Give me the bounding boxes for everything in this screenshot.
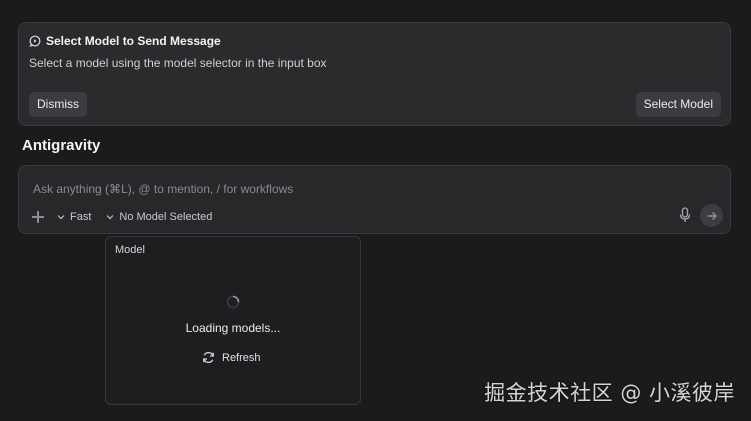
chat-bubble-icon	[29, 35, 41, 47]
message-input[interactable]	[33, 181, 673, 197]
model-label: No Model Selected	[119, 211, 213, 223]
model-selector-panel: Model Loading models... Refresh	[105, 236, 361, 405]
panel-label: Model	[115, 244, 145, 256]
notice-title: Select Model to Send Message	[46, 34, 221, 48]
dismiss-button[interactable]: Dismiss	[29, 92, 87, 117]
refresh-label: Refresh	[222, 351, 261, 364]
send-button[interactable]	[700, 204, 723, 227]
plus-icon[interactable]	[31, 210, 45, 224]
page-title: Antigravity	[22, 137, 101, 154]
arrow-right-icon	[707, 211, 717, 220]
composer-toolbar: Fast No Model Selected	[31, 208, 227, 226]
notice-description: Select a model using the model selector …	[29, 56, 327, 70]
chevron-down-icon	[57, 215, 65, 220]
mode-dropdown[interactable]: Fast	[57, 211, 91, 223]
notice-header: Select Model to Send Message	[29, 34, 221, 48]
message-composer: Fast No Model Selected	[18, 165, 731, 234]
select-model-notice: Select Model to Send Message Select a mo…	[18, 22, 731, 126]
loading-text: Loading models...	[185, 321, 281, 335]
select-model-button[interactable]: Select Model	[635, 92, 721, 117]
watermark: 掘金技术社区 @ 小溪彼岸	[484, 381, 735, 405]
refresh-button[interactable]: Refresh	[202, 351, 261, 364]
refresh-icon	[203, 351, 214, 364]
model-dropdown[interactable]: No Model Selected	[106, 211, 212, 223]
spinner-icon	[226, 295, 240, 309]
mode-label: Fast	[70, 211, 92, 223]
chevron-down-icon	[106, 215, 114, 220]
mic-icon[interactable]	[678, 207, 692, 223]
